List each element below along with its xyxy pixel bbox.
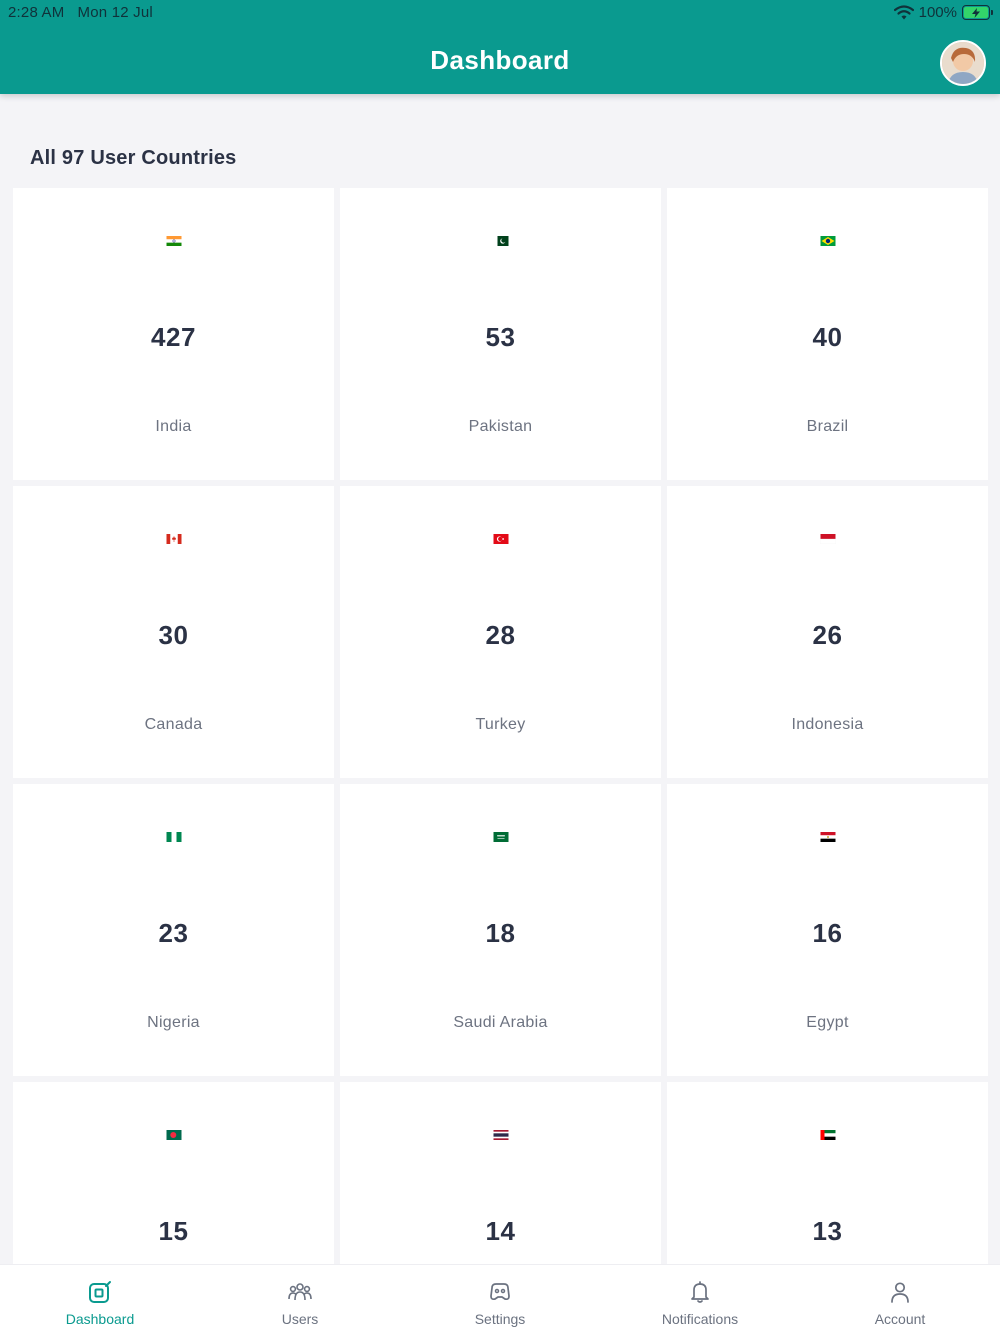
country-card[interactable]: 28 Turkey xyxy=(340,486,661,778)
status-clock: 2:28 AM xyxy=(8,4,65,21)
settings-icon xyxy=(490,1283,510,1301)
account-icon xyxy=(891,1282,909,1303)
country-card[interactable]: 427 India xyxy=(13,188,334,480)
user-count: 40 xyxy=(812,322,843,352)
turkey-flag-icon xyxy=(493,534,508,544)
country-card[interactable]: 26 Indonesia xyxy=(667,486,988,778)
app-header: 2:28 AM Mon 12 Jul 100% Dashboard xyxy=(0,0,1000,94)
country-name: Indonesia xyxy=(791,716,864,733)
country-name: Turkey xyxy=(475,716,526,733)
status-date: Mon 12 Jul xyxy=(77,4,153,21)
egypt-flag-icon xyxy=(820,832,835,842)
bell-icon xyxy=(691,1281,709,1303)
tab-label: Notifications xyxy=(661,1311,739,1327)
country-name: Canada xyxy=(144,716,203,733)
charging-bolt-icon xyxy=(972,7,980,18)
status-indicators: 100% xyxy=(893,4,993,21)
battery-percent: 100% xyxy=(918,4,957,21)
tab-dashboard[interactable]: Dashboard xyxy=(0,1265,200,1334)
tab-notifications[interactable]: Notifications xyxy=(600,1265,800,1334)
country-name: India xyxy=(155,418,192,435)
country-card[interactable]: 18 Saudi Arabia xyxy=(340,784,661,1076)
user-count: 427 xyxy=(151,322,196,352)
pakistan-flag-icon xyxy=(493,236,508,246)
user-count: 26 xyxy=(812,620,843,650)
country-grid: 427 India 53 Pakistan 40 Brazil 30 Canad… xyxy=(13,188,988,1334)
wifi-icon xyxy=(893,5,914,20)
tab-users[interactable]: Users xyxy=(200,1265,400,1334)
user-count: 16 xyxy=(812,918,843,948)
page-title: Dashboard xyxy=(430,45,570,75)
country-card[interactable]: 53 Pakistan xyxy=(340,188,661,480)
country-card[interactable]: 30 Canada xyxy=(13,486,334,778)
brazil-flag-icon xyxy=(820,236,835,246)
country-name: Brazil xyxy=(806,418,849,435)
country-name: Pakistan xyxy=(468,418,533,435)
country-name: Egypt xyxy=(806,1014,849,1031)
user-count: 13 xyxy=(812,1216,843,1246)
tab-label: Dashboard xyxy=(65,1311,135,1327)
user-count: 28 xyxy=(485,620,516,650)
tab-bar: Dashboard Users Settings Notifications A… xyxy=(0,1264,1000,1334)
tab-settings[interactable]: Settings xyxy=(400,1265,600,1334)
country-card[interactable]: 40 Brazil xyxy=(667,188,988,480)
user-count: 53 xyxy=(485,322,516,352)
india-flag-icon xyxy=(166,236,181,246)
user-count: 14 xyxy=(485,1216,516,1246)
section-title: All 97 User Countries xyxy=(30,147,237,169)
user-count: 23 xyxy=(158,918,189,948)
country-name: Saudi Arabia xyxy=(453,1014,548,1031)
tab-account[interactable]: Account xyxy=(800,1265,1000,1334)
uae-flag-icon xyxy=(820,1130,835,1140)
bangladesh-flag-icon xyxy=(166,1130,181,1140)
thailand-flag-icon xyxy=(493,1130,508,1140)
user-count: 30 xyxy=(158,620,189,650)
dashboard-icon xyxy=(89,1281,111,1303)
indonesia-flag-icon xyxy=(820,534,835,544)
battery-icon xyxy=(962,5,993,20)
saudi-arabia-flag-icon xyxy=(493,832,508,842)
country-card[interactable]: 16 Egypt xyxy=(667,784,988,1076)
tab-label: Settings xyxy=(474,1311,526,1327)
user-count: 15 xyxy=(158,1216,189,1246)
canada-flag-icon xyxy=(166,534,181,544)
nigeria-flag-icon xyxy=(166,832,181,842)
tab-label: Account xyxy=(874,1311,926,1327)
country-card[interactable]: 23 Nigeria xyxy=(13,784,334,1076)
tab-label: Users xyxy=(281,1311,319,1327)
users-icon xyxy=(288,1283,312,1301)
country-name: Nigeria xyxy=(147,1014,200,1031)
user-count: 18 xyxy=(485,918,516,948)
avatar[interactable] xyxy=(940,40,986,86)
status-time: 2:28 AM Mon 12 Jul xyxy=(8,4,153,21)
